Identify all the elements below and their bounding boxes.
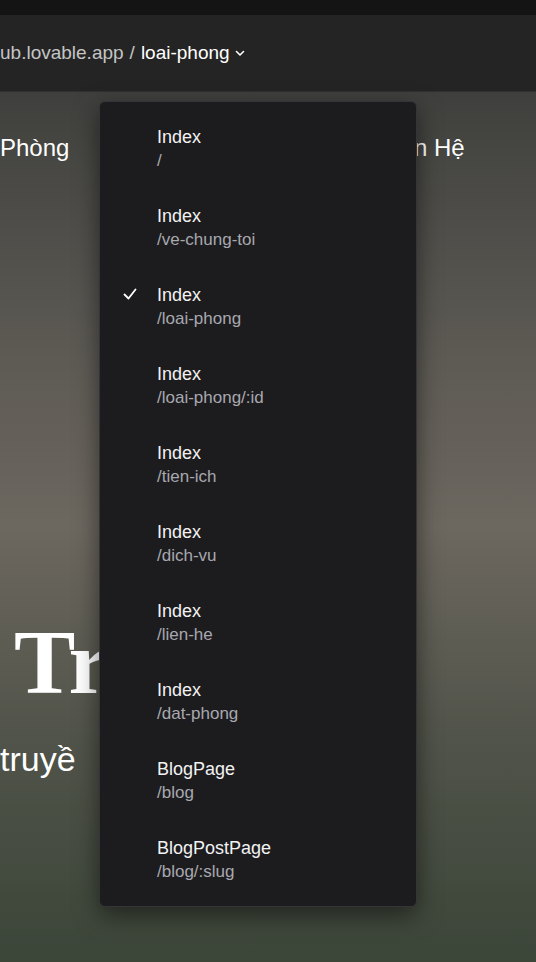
- route-name: Index: [157, 362, 408, 386]
- route-path: /dat-phong: [157, 702, 408, 726]
- route-name: Index: [157, 283, 408, 307]
- route-item[interactable]: Index/lien-he: [100, 584, 416, 663]
- route-item[interactable]: Index/tien-ich: [100, 425, 416, 504]
- nav-link[interactable]: n Hệ: [414, 132, 465, 164]
- nav-link[interactable]: Phòng: [0, 132, 69, 164]
- route-item[interactable]: Index/loai-phong: [100, 267, 416, 346]
- host-text: ub.lovable.app: [0, 39, 124, 68]
- route-path: /tien-ich: [157, 465, 408, 489]
- route-path: /loai-phong/:id: [157, 386, 408, 410]
- route-path: /: [157, 149, 408, 173]
- route-path: /blog: [157, 781, 408, 805]
- route-selector[interactable]: loai-phong: [141, 39, 246, 68]
- path-separator: /: [130, 39, 135, 68]
- route-item[interactable]: BlogPage/blog: [100, 742, 416, 821]
- route-text: loai-phong: [141, 39, 230, 68]
- route-item[interactable]: BlogPostPage/blog/:slug: [100, 821, 416, 900]
- route-item[interactable]: Index/dich-vu: [100, 504, 416, 583]
- route-name: Index: [157, 520, 408, 544]
- top-strip: [0, 0, 536, 15]
- address-bar: ub.lovable.app/loai-phong: [0, 15, 536, 92]
- route-name: Index: [157, 204, 408, 228]
- route-path: /lien-he: [157, 623, 408, 647]
- route-name: BlogPage: [157, 757, 408, 781]
- chevron-down-icon: [234, 47, 246, 59]
- route-name: BlogPostPage: [157, 836, 408, 860]
- route-item[interactable]: Index/loai-phong/:id: [100, 346, 416, 425]
- route-path: /dich-vu: [157, 544, 408, 568]
- route-item[interactable]: Index/dat-phong: [100, 663, 416, 742]
- route-name: Index: [157, 125, 408, 149]
- route-name: Index: [157, 678, 408, 702]
- route-path: /loai-phong: [157, 307, 408, 331]
- route-name: Index: [157, 599, 408, 623]
- route-menu: Index/Index/ve-chung-toiIndex/loai-phong…: [99, 101, 417, 907]
- route-path: /ve-chung-toi: [157, 228, 408, 252]
- check-icon: [122, 286, 138, 302]
- hero-subtitle: truyề: [0, 737, 76, 781]
- route-name: Index: [157, 441, 408, 465]
- route-item[interactable]: Index/: [100, 109, 416, 188]
- route-path: /blog/:slug: [157, 860, 408, 884]
- hero-title: Tr: [14, 607, 109, 717]
- route-item[interactable]: Index/ve-chung-toi: [100, 188, 416, 267]
